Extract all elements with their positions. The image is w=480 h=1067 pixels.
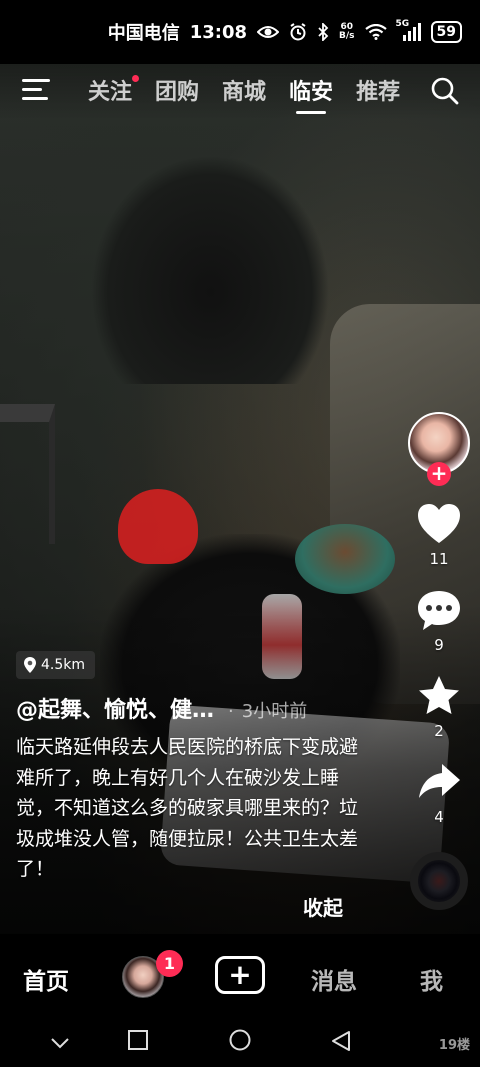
comment-button[interactable]: 9 xyxy=(416,588,462,654)
bottom-navigation: 首页 1 + 消息 我 xyxy=(0,934,480,1020)
battery-indicator: 59 xyxy=(430,21,462,43)
nav-me[interactable]: 我 xyxy=(420,962,443,996)
star-icon xyxy=(419,676,459,714)
friends-badge: 1 xyxy=(156,950,183,977)
video-scene-scooter xyxy=(90,154,330,384)
author-avatar-wrap: + xyxy=(408,412,470,486)
share-button[interactable]: 4 xyxy=(416,760,462,826)
video-scene-pan xyxy=(295,524,395,594)
tab-group-buy-label: 团购 xyxy=(155,80,200,105)
favorite-button[interactable]: 2 xyxy=(416,674,462,740)
tab-recommend[interactable]: 推荐 xyxy=(356,74,400,106)
share-arrow-icon xyxy=(419,764,460,798)
action-column: + 11 9 2 4 xyxy=(406,412,472,910)
author-line: @起舞、愉悦、健… · 3小时前 xyxy=(16,692,366,724)
nav-home[interactable]: 首页 xyxy=(23,962,69,996)
network-speed-unit: B/s xyxy=(339,31,355,41)
location-distance: 4.5km xyxy=(41,657,86,673)
post-time: 3小时前 xyxy=(241,701,308,722)
tab-mall[interactable]: 商城 xyxy=(222,74,266,106)
video-scene-chair xyxy=(0,404,55,544)
collapse-button[interactable]: 收起 xyxy=(303,892,343,921)
clock: 13:08 xyxy=(189,21,247,43)
separator: · xyxy=(228,701,234,722)
comment-count: 9 xyxy=(434,636,444,654)
like-button[interactable]: 11 xyxy=(416,502,462,568)
alarm-icon xyxy=(289,23,307,41)
eye-icon xyxy=(257,24,279,40)
heart-icon xyxy=(418,504,460,543)
plus-icon: + xyxy=(228,958,252,991)
location-pin-icon xyxy=(24,657,36,673)
home-icon[interactable] xyxy=(229,1029,251,1055)
wifi-icon xyxy=(364,24,387,40)
comment-icon xyxy=(418,591,460,630)
system-navigation xyxy=(0,1020,480,1067)
top-tabs: 关注 团购 商城 临安 推荐 xyxy=(88,74,423,106)
bluetooth-icon xyxy=(317,23,329,41)
music-disc[interactable] xyxy=(410,852,468,910)
back-icon[interactable] xyxy=(331,1030,351,1056)
tab-local-label: 临安 xyxy=(289,80,334,105)
chevron-down-icon[interactable] xyxy=(50,1034,70,1053)
tab-mall-label: 商城 xyxy=(222,80,267,105)
notification-dot xyxy=(132,75,140,82)
tab-group-buy[interactable]: 团购 xyxy=(155,74,199,106)
top-navigation: 关注 团购 商城 临安 推荐 xyxy=(0,64,480,120)
recent-apps-icon[interactable] xyxy=(128,1030,148,1054)
carrier-name: 中国电信 xyxy=(107,23,180,44)
cellular-signal-icon: 5G xyxy=(396,19,421,41)
tab-following[interactable]: 关注 xyxy=(88,74,140,106)
author-name[interactable]: @起舞、愉悦、健… xyxy=(16,692,214,724)
network-speed: 60 B/s xyxy=(339,23,355,41)
watermark-logo: 19楼 xyxy=(438,1038,470,1053)
status-bar: 中国电信 13:08 60 B/s 5G 59 xyxy=(0,0,480,64)
share-count: 4 xyxy=(434,808,444,826)
create-button[interactable]: + xyxy=(215,956,265,994)
network-type-label: 5G xyxy=(395,19,410,29)
video-scene-bucket xyxy=(118,489,198,564)
search-icon[interactable] xyxy=(430,76,460,106)
tab-recommend-label: 推荐 xyxy=(356,80,401,105)
location-tag[interactable]: 4.5km xyxy=(16,651,96,679)
tab-following-label: 关注 xyxy=(88,80,133,105)
tab-local[interactable]: 临安 xyxy=(289,74,333,106)
favorite-count: 2 xyxy=(434,722,444,740)
menu-icon[interactable] xyxy=(22,79,50,103)
nav-messages[interactable]: 消息 xyxy=(311,962,357,996)
follow-plus-icon[interactable]: + xyxy=(427,462,451,486)
video-caption: 临天路延伸段去人民医院的桥底下变成避难所了，晚上有好几个人在破沙发上睡觉，不知道… xyxy=(16,736,359,880)
like-count: 11 xyxy=(429,550,449,568)
